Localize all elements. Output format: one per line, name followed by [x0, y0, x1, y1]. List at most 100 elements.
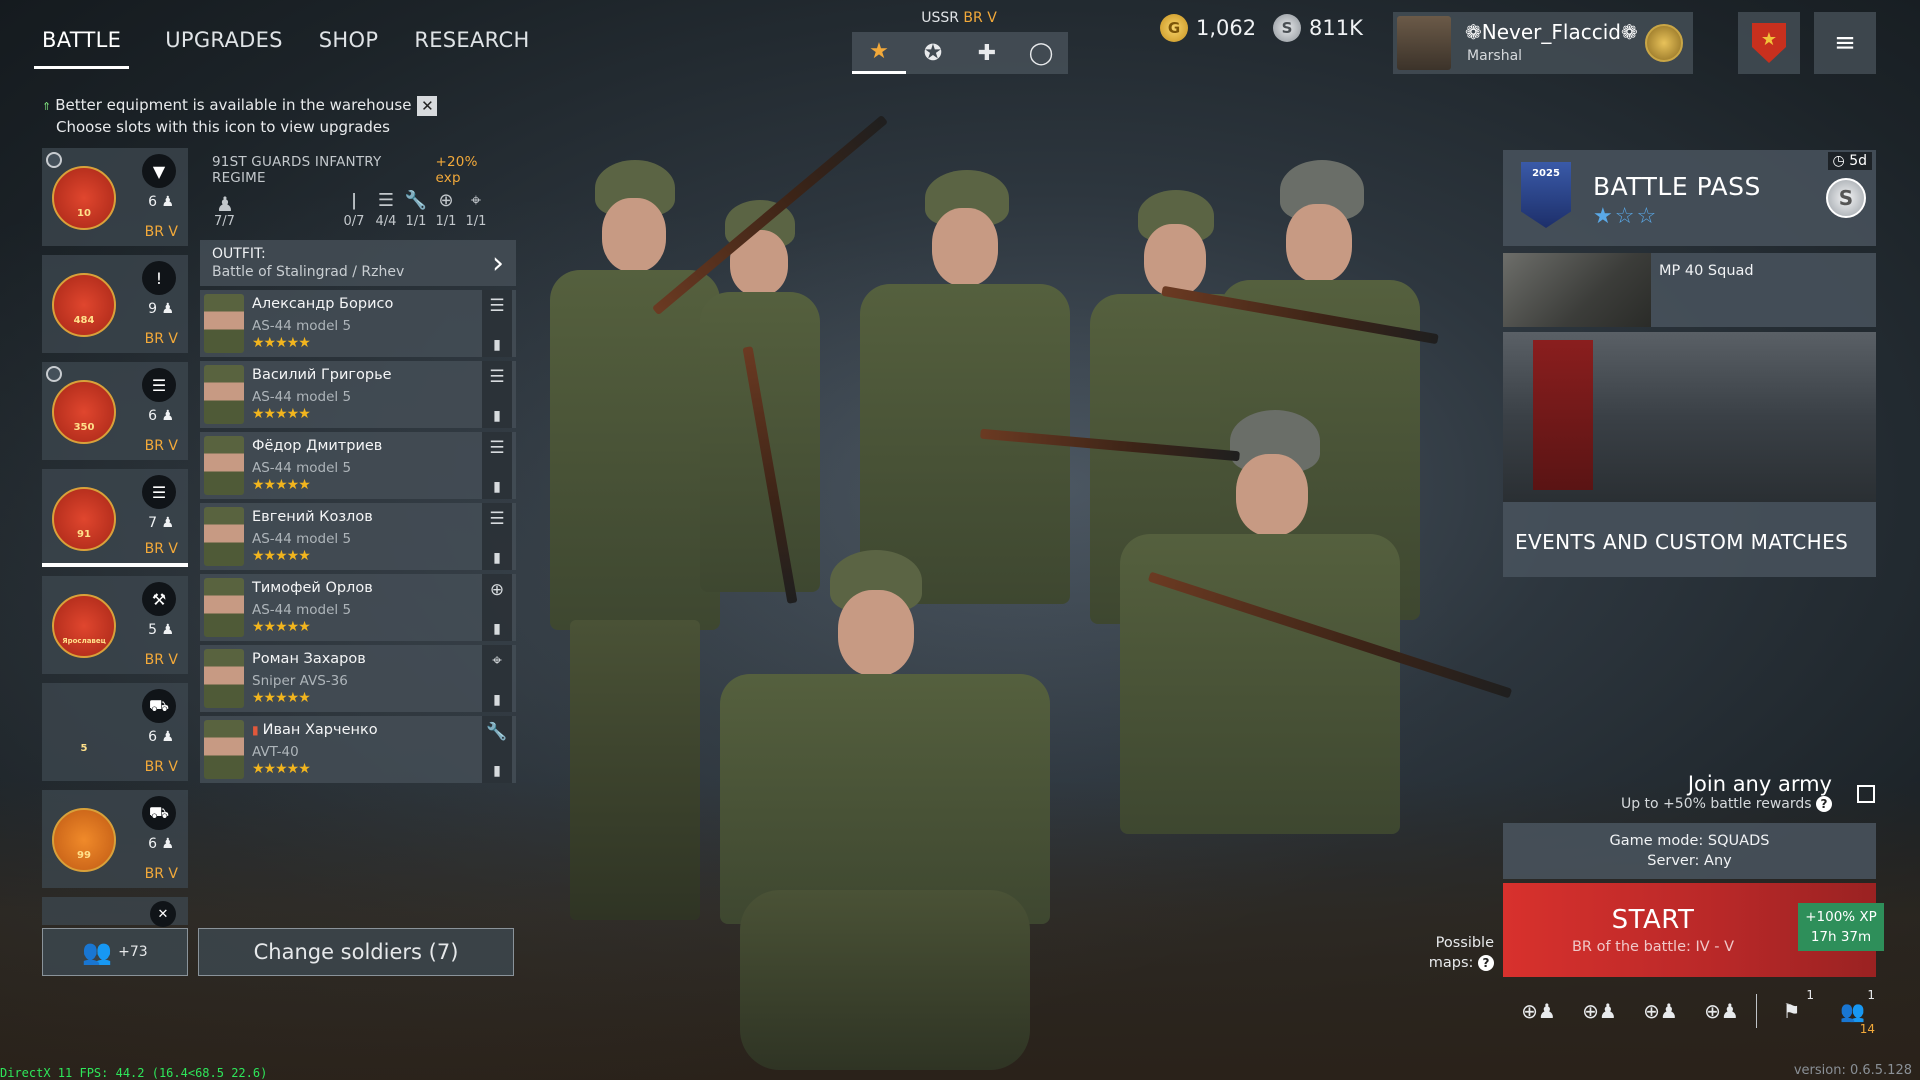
army-japan-button[interactable]: ◯ [1014, 32, 1068, 74]
squad-count: 7 [148, 515, 157, 531]
grenade-icon[interactable]: ▮ [482, 621, 512, 637]
battle-pass-card[interactable]: 2025 BATTLE PASS ★☆☆ ◷ 5d S [1503, 150, 1876, 246]
soldier-row[interactable]: Василий Григорье AS-44 model 5 ★★★★★ ☰ ▮ [200, 361, 516, 428]
outfit-selector[interactable]: OUTFIT: Battle of Stalingrad / Rzhev › [200, 240, 516, 286]
squad-card[interactable]: 10 ▼ 6 ♟ BR V [42, 148, 188, 246]
possible-maps[interactable]: Possible maps: ? [1418, 933, 1494, 973]
wrench-icon: 🔧 [404, 190, 428, 211]
mp40-squad-offer[interactable]: MP 40 Squad [1503, 253, 1876, 327]
soldier-row[interactable]: ▮ Иван Харченко AVT-40 ★★★★★ 🔧 ▮ [200, 716, 516, 783]
warehouse-notice: ⇑ Better equipment is available in the wa… [42, 95, 438, 137]
add-friend-button[interactable]: ⊕♟ [1569, 996, 1630, 1026]
add-friend-button[interactable]: ⊕♟ [1508, 996, 1569, 1026]
battle-pass-logo: 2025 [1521, 162, 1571, 228]
hamburger-icon: ≡ [1834, 28, 1856, 58]
list-icon[interactable]: ☰ [482, 367, 512, 387]
eq-slot-1: 0/7 [343, 214, 365, 229]
army-shield-button[interactable]: ★ [1738, 12, 1800, 74]
xp-boost: +100% XP [1805, 909, 1877, 925]
grenade-icon[interactable]: ▮ [482, 479, 512, 495]
list-icon[interactable]: ☰ [482, 296, 512, 316]
squad-emblem-number: 5 [80, 742, 88, 754]
nation-br: BR V [963, 10, 997, 26]
eq-slot-5: 1/1 [465, 214, 487, 229]
maps-line2: maps: [1428, 955, 1474, 971]
tab-battle[interactable]: BATTLE [34, 28, 130, 69]
rank-badge-icon [1645, 24, 1683, 62]
player-name: ❁Never_Flaccid❁ [1465, 20, 1638, 44]
squad-card-selected[interactable]: 91 ☰ 7 ♟ BR V [42, 469, 188, 567]
add-friend-button[interactable]: ⊕♟ [1630, 996, 1691, 1026]
grenade-icon[interactable]: ▮ [482, 337, 512, 353]
divider [1756, 994, 1757, 1028]
crosshair-icon[interactable]: ⌖ [482, 651, 512, 671]
medal-icon [46, 366, 62, 382]
mp40-squad-image [1503, 253, 1651, 327]
close-notice-button[interactable]: ✕ [417, 95, 438, 116]
tab-upgrades[interactable]: UPGRADES [165, 28, 283, 69]
join-subtitle: Up to +50% battle rewards [1620, 796, 1812, 812]
army-germany-button[interactable]: ✚ [960, 32, 1014, 74]
squad-emblem: 350 [52, 380, 116, 444]
start-button[interactable]: START BR of the battle: IV - V +100% XP … [1503, 883, 1884, 977]
change-soldiers-button[interactable]: Change soldiers (7) [198, 928, 514, 976]
soldier-name: Роман Захаров [252, 651, 366, 667]
game-mode: Game mode: SQUADS [1609, 833, 1770, 849]
group-icon: 👥 [82, 938, 113, 966]
add-friend-button[interactable]: ⊕♟ [1691, 996, 1752, 1026]
game-mode-selector[interactable]: Game mode: SQUADS Server: Any [1503, 823, 1876, 879]
squad-card-partial[interactable]: ✕ [42, 897, 188, 927]
soldier-stars: ★★★★★ [252, 335, 311, 351]
tab-shop[interactable]: SHOP [319, 28, 379, 69]
version-label: version: 0.6.5.128 [1793, 1063, 1912, 1078]
grenade-icon[interactable]: ▮ [482, 408, 512, 424]
events-card[interactable]: EVENTS AND CUSTOM MATCHES [1503, 332, 1876, 577]
squad-card[interactable]: Ярославец ⚒ 5 ♟ BR V [42, 576, 188, 674]
nation-name: USSR [921, 10, 959, 26]
join-any-army-checkbox[interactable] [1857, 785, 1875, 803]
list-icon[interactable]: ☰ [482, 438, 512, 458]
list-icon: ☰ [142, 475, 176, 509]
tab-research[interactable]: RESEARCH [414, 28, 529, 69]
menu-button[interactable]: ≡ [1814, 12, 1876, 74]
xp-boost-badge: +100% XP 17h 37m [1798, 903, 1884, 951]
army-ussr-button[interactable]: ★ [852, 32, 906, 74]
soldier-row[interactable]: Фёдор Дмитриев AS-44 model 5 ★★★★★ ☰ ▮ [200, 432, 516, 499]
squad-count: 6 [148, 408, 157, 424]
gold-balance[interactable]: G 1,062 [1160, 14, 1256, 42]
friends-button[interactable]: 👥 1 14 [1822, 988, 1883, 1036]
recruits-button[interactable]: 👥 +73 [42, 928, 188, 976]
avatar [1397, 16, 1451, 70]
help-icon[interactable]: ? [1816, 796, 1832, 812]
chevron-right-icon: › [492, 246, 504, 281]
silver-balance[interactable]: S 811K [1273, 14, 1363, 42]
grenade-icon[interactable]: ▮ [482, 692, 512, 708]
grenade-icon[interactable]: ▮ [482, 763, 512, 779]
soldier-row[interactable]: Евгений Козлов AS-44 model 5 ★★★★★ ☰ ▮ [200, 503, 516, 570]
soldier-row[interactable]: Тимофей Орлов AS-44 model 5 ★★★★★ ⊕ ▮ [200, 574, 516, 641]
soldier-weapon: AVT-40 [252, 744, 299, 760]
player-profile[interactable]: ❁Never_Flaccid❁ Marshal [1393, 12, 1693, 74]
upgrade-arrow-icon: ⇑ [42, 100, 52, 113]
squad-card[interactable]: 99 ⛟ 6 ♟ BR V [42, 790, 188, 888]
squad-card[interactable]: 350 ☰ 6 ♟ BR V [42, 362, 188, 460]
soldier-row[interactable]: Александр Борисо AS-44 model 5 ★★★★★ ☰ ▮ [200, 290, 516, 357]
soldier-row[interactable]: Роман Захаров Sniper AVS-36 ★★★★★ ⌖ ▮ [200, 645, 516, 712]
person-icon: ♟ [161, 301, 174, 317]
squad-card[interactable]: 484 ! 9 ♟ BR V [42, 255, 188, 353]
soldier-figure [720, 550, 1050, 1070]
recruits-count: +73 [118, 944, 148, 960]
flag-button[interactable]: ⚑ 1 [1761, 988, 1822, 1026]
medic-icon[interactable]: ⊕ [482, 580, 512, 600]
list-icon[interactable]: ☰ [482, 509, 512, 529]
squad-card[interactable]: 5 ⛟ 6 ♟ BR V [42, 683, 188, 781]
events-label: EVENTS AND CUSTOM MATCHES [1515, 530, 1849, 554]
equipment-summary: ♟ 7/7 ǀ 0/7 ☰ 4/4 🔧 1/1 ⊕ 1/1 ⌖ 1/1 [200, 186, 516, 236]
gold-amount: 1,062 [1196, 16, 1257, 40]
mp40-label: MP 40 Squad [1659, 263, 1754, 279]
army-usa-button[interactable]: ✪ [906, 32, 960, 74]
wrench-icon[interactable]: 🔧 [482, 722, 512, 742]
grenade-icon[interactable]: ▮ [482, 550, 512, 566]
events-image [1503, 332, 1876, 502]
start-label: START [1611, 905, 1695, 935]
